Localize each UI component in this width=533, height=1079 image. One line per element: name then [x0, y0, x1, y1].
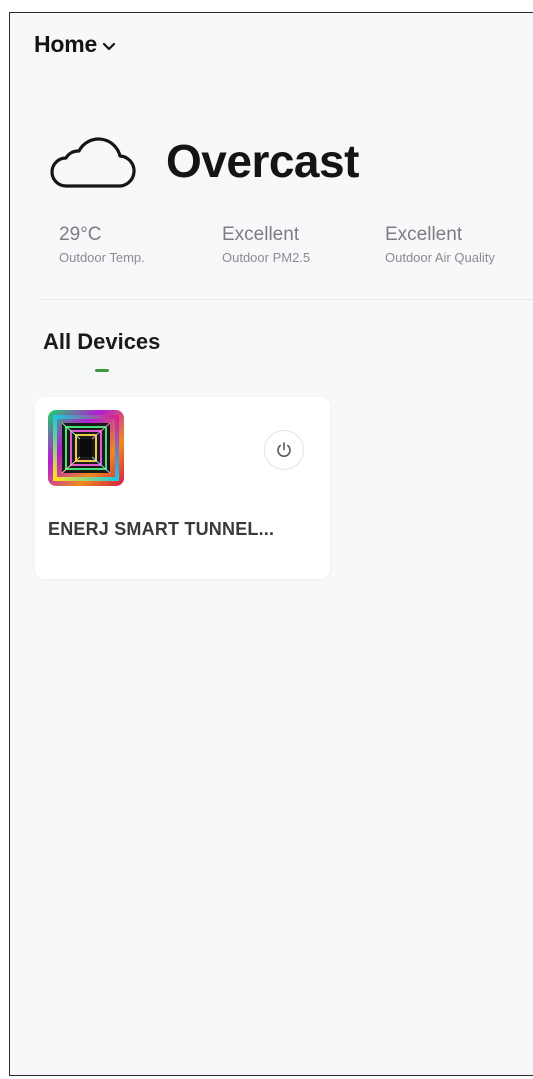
app-screen: Home Overcast 29°C Outdoor Temp. Excelle… — [9, 12, 533, 1076]
tab-label: All Devices — [43, 329, 161, 354]
weather-stats: 29°C Outdoor Temp. Excellent Outdoor PM2… — [59, 223, 533, 267]
tab-all-devices[interactable]: All Devices — [43, 329, 160, 372]
stat-outdoor-temp: 29°C Outdoor Temp. — [59, 223, 222, 267]
stat-label: Outdoor Temp. — [59, 250, 145, 265]
power-icon — [274, 440, 294, 460]
active-tab-indicator — [94, 369, 109, 372]
weather-condition: Overcast — [166, 135, 359, 187]
stat-outdoor-pm25: Excellent Outdoor PM2.5 — [222, 223, 385, 267]
stat-value: 29°C — [59, 224, 102, 245]
home-title: Home — [34, 31, 98, 57]
home-selector[interactable]: Home — [34, 31, 117, 58]
stat-outdoor-air-quality: Excellent Outdoor Air Quality — [385, 223, 533, 267]
chevron-down-icon — [101, 40, 117, 52]
device-thumbnail — [48, 410, 124, 486]
power-toggle-button[interactable] — [264, 430, 304, 470]
stat-label: Outdoor PM2.5 — [222, 250, 311, 265]
weather-summary: Overcast — [46, 133, 359, 189]
stat-label: Outdoor Air Quality — [385, 250, 495, 265]
device-name: ENERJ SMART TUNNEL... — [48, 519, 275, 539]
stat-value: Excellent — [222, 224, 300, 245]
divider — [38, 299, 533, 300]
cloud-icon — [46, 133, 136, 189]
stat-value: Excellent — [385, 224, 463, 245]
device-card[interactable]: ENERJ SMART TUNNEL... — [35, 397, 330, 579]
